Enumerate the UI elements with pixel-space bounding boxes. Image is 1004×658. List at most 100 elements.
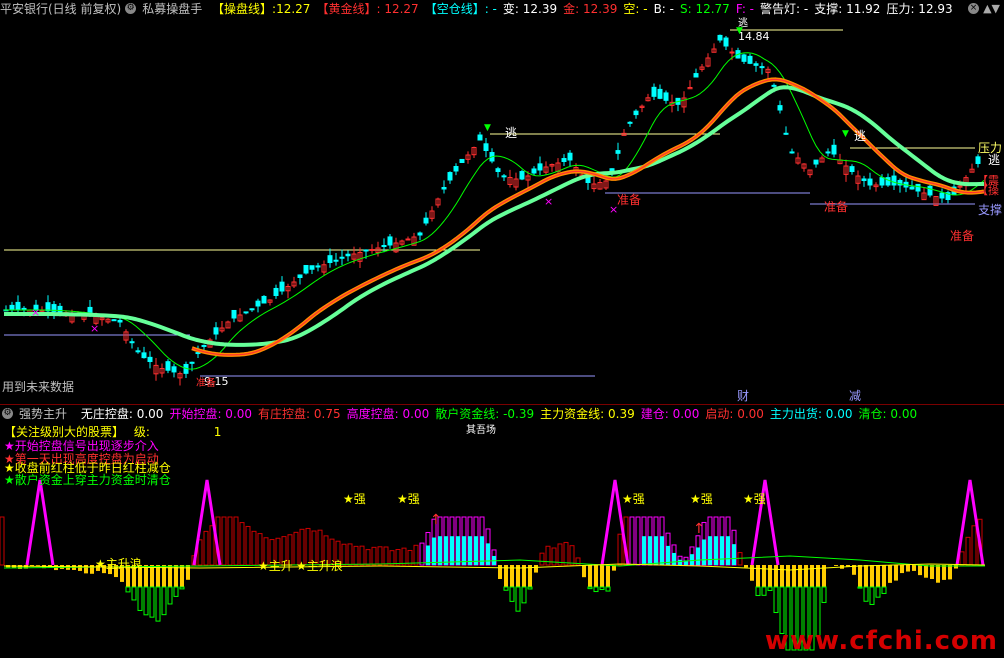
bar-yellow <box>906 565 910 572</box>
bar-up <box>389 550 395 566</box>
header-item-value: : - <box>796 2 809 16</box>
bar-yellow <box>894 565 898 581</box>
bar-yellow <box>588 565 592 587</box>
header-item: F: - <box>736 2 754 16</box>
candle-body <box>849 166 855 172</box>
candle-body <box>867 178 873 186</box>
bar-down <box>509 586 515 602</box>
candle-body <box>243 311 249 314</box>
indicator-item-label: 开始控盘 <box>169 407 218 421</box>
candle-body <box>339 256 345 259</box>
candle-body <box>879 177 885 186</box>
candle-body <box>909 186 915 190</box>
bar-down <box>755 586 761 597</box>
candle-body <box>417 232 423 236</box>
bar-yellow <box>924 565 928 578</box>
bar-yellow <box>36 565 40 566</box>
bar-yellow <box>156 565 160 587</box>
bar-up <box>617 533 623 566</box>
bar-yellow <box>90 565 94 574</box>
candle-body <box>729 51 735 54</box>
bar-up <box>401 547 407 566</box>
price-chart[interactable]: 14.849.15逃 逃逃逃准备 准备准备准备压力支撑【震【操财 减××××▼▼▼★强… <box>0 0 1004 658</box>
candle-body <box>459 158 465 164</box>
bar-yellow <box>792 565 796 587</box>
strong-label: ★强 <box>343 492 366 506</box>
bar-yellow <box>870 565 874 587</box>
candle-body <box>657 88 663 99</box>
header-item-value: : 11.92 <box>838 2 881 16</box>
spike-signal <box>25 479 55 566</box>
candle-body <box>387 236 393 246</box>
bar-fill <box>654 536 658 565</box>
header-item-value: :12.27 <box>272 2 311 16</box>
indicator-item-label: 高度控盘 <box>346 407 395 421</box>
prepare-label: 准备 <box>617 193 641 207</box>
stock-name: 平安银行(日线 前复权) <box>0 2 122 16</box>
bar-down <box>821 586 827 603</box>
header-item-label: 压力 <box>886 2 911 16</box>
up-arrow-icon: ↑ <box>693 521 705 537</box>
indicator-item-value: : 0.00 <box>817 407 853 421</box>
header-item-value: : 12.39 <box>575 2 618 16</box>
indicator-item: 有庄控盘: 0.75 <box>258 407 341 421</box>
bar-yellow <box>858 565 862 587</box>
bar-down <box>521 586 527 604</box>
bar-yellow <box>918 565 922 576</box>
chevron-up-icon[interactable]: ▲ <box>983 2 991 15</box>
bar-up <box>383 546 389 566</box>
bar-down <box>515 586 521 612</box>
candle-body <box>117 319 123 323</box>
header-item: 【空仓线】: - <box>425 2 497 16</box>
settings-icon[interactable]: ⚙ <box>125 3 137 14</box>
candle-body <box>915 183 921 192</box>
bar-yellow <box>168 565 172 587</box>
bar-up <box>245 525 251 566</box>
candle-body <box>297 274 303 278</box>
bar-yellow <box>798 565 802 587</box>
bar-yellow <box>150 565 154 587</box>
indicator-item: 建仓: 0.00 <box>641 407 700 421</box>
header-bar: 平安银行(日线 前复权) ⚙ 私募操盘手 【操盘线】:12.27 【黄金线】: 12.… <box>0 1 965 17</box>
indicator-name[interactable]: 私募操盘手 <box>142 2 202 16</box>
header-item-value: : - <box>484 2 497 16</box>
candle-body <box>651 86 657 97</box>
candle-body <box>927 185 933 196</box>
escape-label: 逃 <box>854 129 866 143</box>
chevron-down-icon[interactable]: ▼ <box>992 2 1000 15</box>
candle-body <box>15 301 21 311</box>
candle-body <box>273 287 279 297</box>
indicator-item-label: 散户资金线 <box>435 407 496 421</box>
header-item: S: 12.77 <box>680 2 730 16</box>
settings-icon[interactable]: ⚙ <box>2 408 13 419</box>
partial-label: 其吾场 <box>466 423 496 436</box>
candle-body <box>741 54 747 62</box>
bar-down <box>773 586 779 614</box>
candle-body <box>309 265 315 270</box>
escape-label: 逃 <box>988 153 1000 167</box>
bar-up <box>563 541 569 566</box>
bar-yellow <box>84 565 88 574</box>
bar-up <box>365 549 371 566</box>
level-value: 1 <box>213 425 222 439</box>
bar-up <box>629 516 635 566</box>
bar-up <box>539 552 545 566</box>
bar-fill <box>456 536 460 565</box>
bar-yellow <box>174 565 178 587</box>
bar-fill <box>702 539 706 565</box>
candle-body <box>627 121 633 124</box>
close-icon[interactable]: × <box>968 2 980 14</box>
bar-up <box>227 516 233 566</box>
bar-fill <box>642 536 646 565</box>
header-item-value: : 12.39 <box>514 2 558 16</box>
indicator-item-value: : 0.75 <box>306 407 341 421</box>
indicator-item: 主力资金线: 0.39 <box>540 407 635 421</box>
bar-fill <box>486 543 490 565</box>
header-item-label: 【操盘线】 <box>212 2 273 16</box>
bar-up <box>251 530 257 566</box>
candle-body <box>891 175 897 186</box>
bar-down <box>179 586 185 590</box>
candle-body <box>111 319 117 322</box>
indicator-title[interactable]: 强势主升 <box>19 407 67 421</box>
candle-body <box>633 110 639 116</box>
